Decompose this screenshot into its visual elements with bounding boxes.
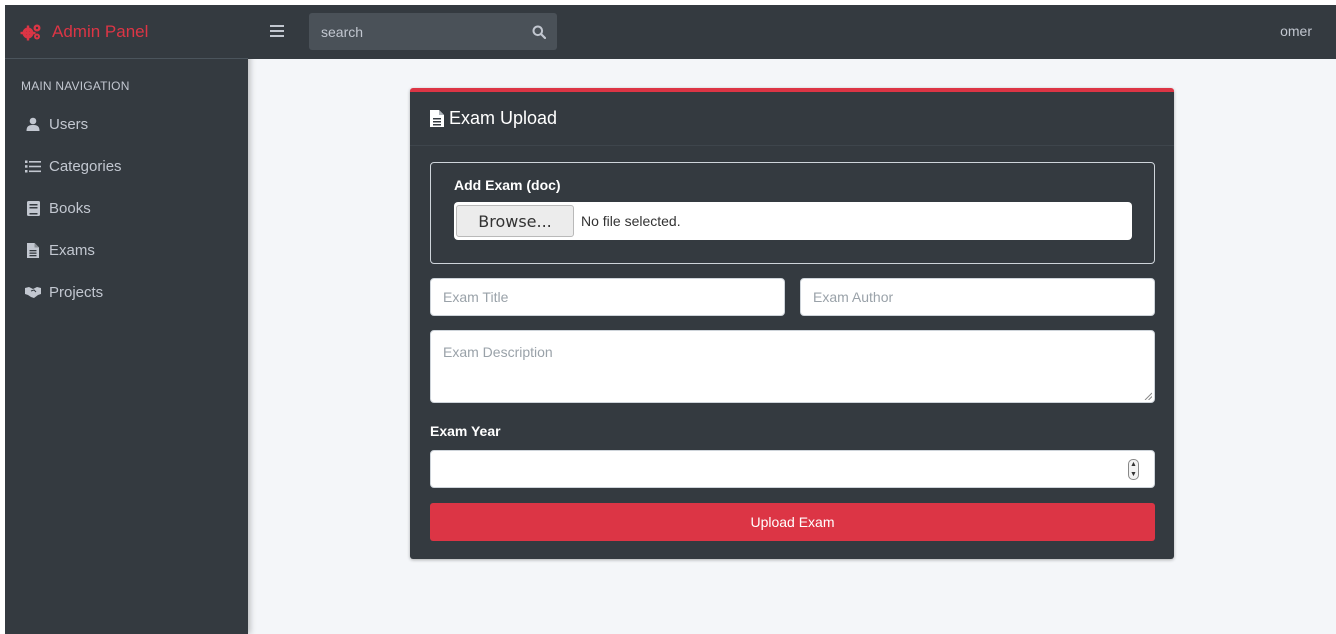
exam-description-textarea[interactable]: Exam Description [430, 330, 1155, 403]
browse-button[interactable]: Browse... [456, 205, 574, 237]
description-placeholder: Exam Description [443, 344, 553, 360]
file-upload-group: Add Exam (doc) Browse... No file selecte… [430, 162, 1155, 264]
cogs-icon [20, 24, 41, 40]
spinner-up-icon[interactable]: ▲ [1130, 461, 1137, 468]
exam-year-label: Exam Year [430, 423, 501, 439]
brand-name: Admin Panel [52, 21, 149, 41]
search-input[interactable] [309, 13, 521, 50]
sidebar-item-label: Projects [49, 283, 104, 301]
nav-header: MAIN NAVIGATION [21, 79, 130, 93]
spinner-down-icon[interactable]: ▼ [1130, 471, 1137, 478]
app-frame: Admin Panel MAIN NAVIGATION Users Catego… [5, 5, 1336, 634]
search-icon [532, 25, 546, 39]
user-icon [25, 116, 41, 132]
sidebar-item-projects[interactable]: Projects [5, 271, 248, 313]
brand[interactable]: Admin Panel [5, 5, 248, 59]
resize-handle-icon[interactable] [1144, 392, 1152, 400]
exam-title-input[interactable]: Exam Title [430, 278, 785, 316]
file-icon [430, 110, 444, 127]
exam-year-input[interactable]: ▲ ▼ [430, 450, 1155, 488]
sidebar-item-label: Books [49, 199, 91, 217]
sidebar-item-label: Exams [49, 241, 95, 259]
sidebar-item-users[interactable]: Users [5, 103, 248, 145]
upload-exam-button[interactable]: Upload Exam [430, 503, 1155, 541]
card-title: Exam Upload [449, 108, 558, 128]
sidebar-item-exams[interactable]: Exams [5, 229, 248, 271]
sidebar-item-label: Categories [49, 157, 122, 175]
top-navbar: omer [248, 5, 1336, 59]
search-box [309, 13, 557, 50]
exam-author-input[interactable]: Exam Author [800, 278, 1155, 316]
search-button[interactable] [521, 13, 557, 50]
sidebar-item-categories[interactable]: Categories [5, 145, 248, 187]
file-input[interactable]: Browse... No file selected. [454, 202, 1132, 240]
card-header: Exam Upload [410, 92, 1174, 146]
list-icon [25, 158, 41, 174]
sidebar-item-label: Users [49, 115, 89, 133]
sidebar-item-books[interactable]: Books [5, 187, 248, 229]
user-menu[interactable]: omer [1280, 23, 1312, 39]
sidebar: Admin Panel MAIN NAVIGATION Users Catego… [5, 5, 248, 634]
book-icon [25, 200, 41, 216]
file-label: Add Exam (doc) [454, 177, 561, 193]
file-icon [25, 242, 41, 258]
menu-icon[interactable] [270, 24, 284, 38]
handshake-icon [25, 284, 41, 300]
exam-upload-card: Exam Upload Add Exam (doc) Browse... No … [410, 88, 1174, 559]
number-spinner[interactable]: ▲ ▼ [1128, 459, 1139, 480]
file-status: No file selected. [581, 213, 681, 229]
